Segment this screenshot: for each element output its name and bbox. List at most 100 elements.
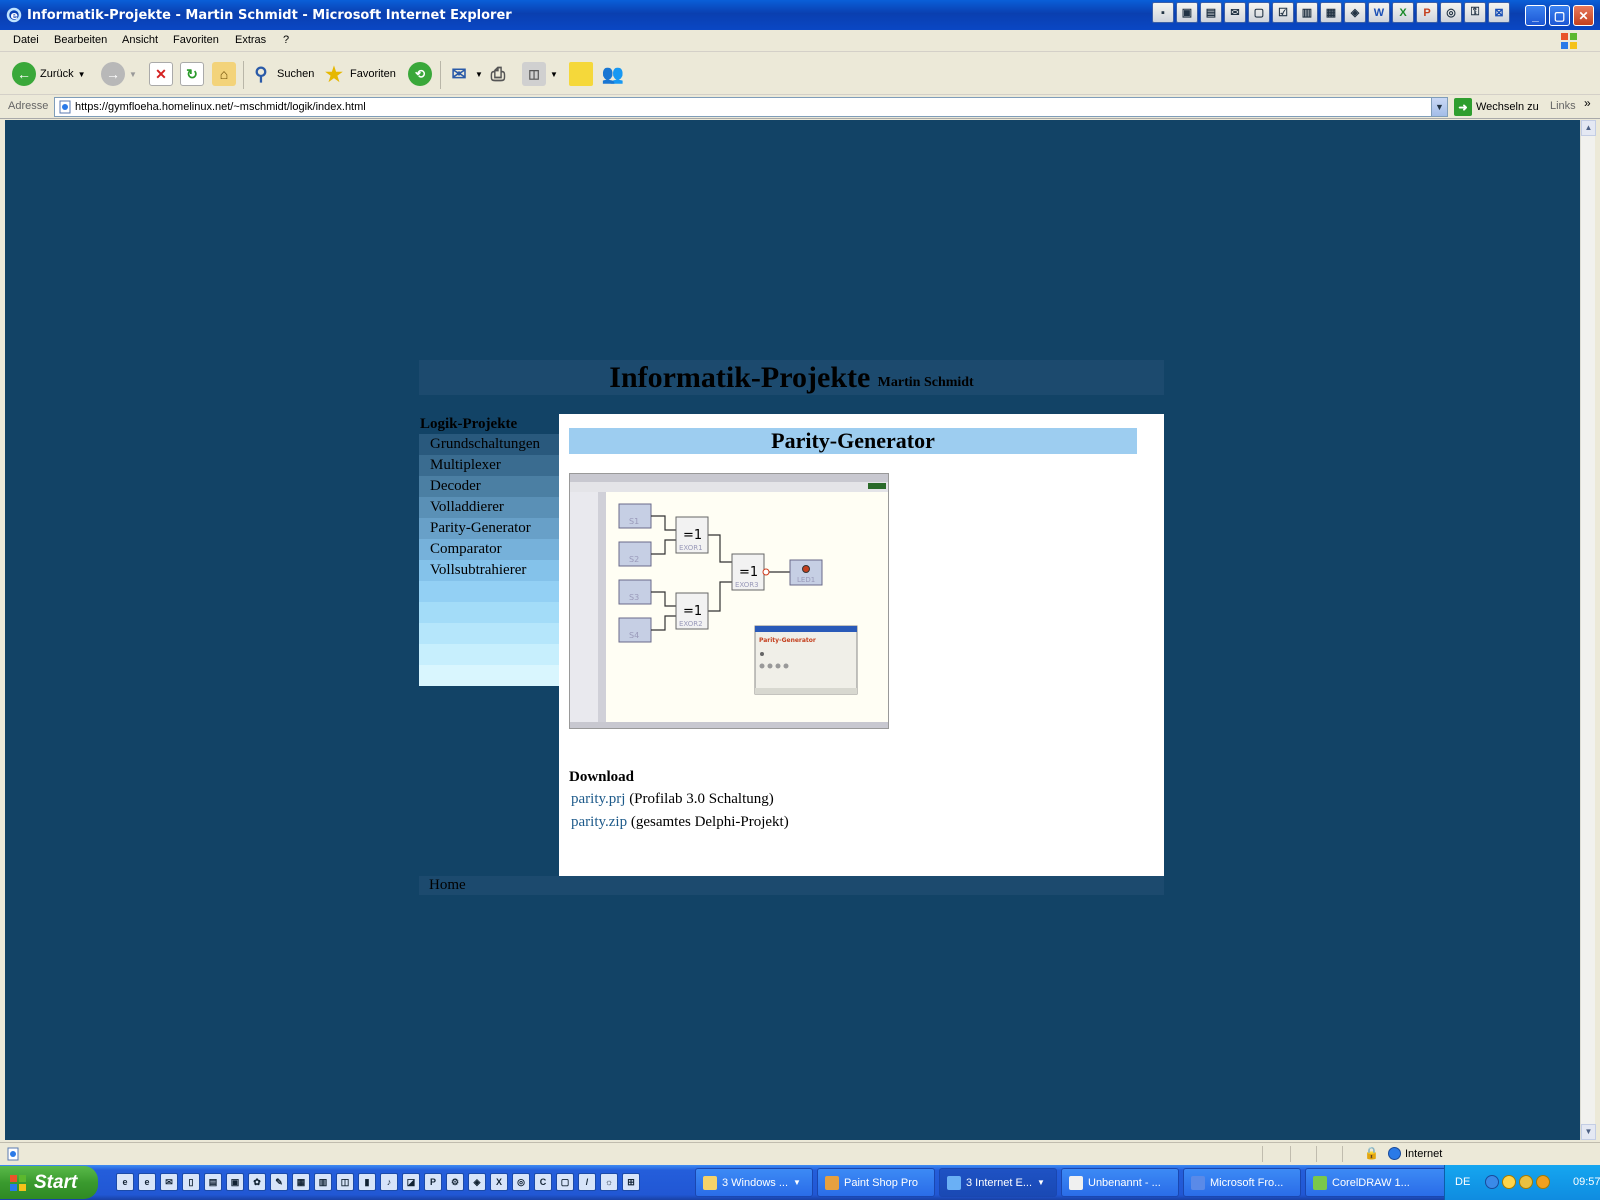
sidebar-item-multiplexer[interactable]: Multiplexer [419,455,559,476]
mail-icon[interactable]: ✉ [1224,2,1246,23]
quick-tray-icon[interactable]: ☑ [1272,2,1294,23]
quick-tray-icon[interactable]: ▣ [1176,2,1198,23]
mail-button[interactable]: ✉ ▼ [447,59,483,89]
close-button[interactable]: ✕ [1573,5,1594,26]
chevron-down-icon[interactable]: ▼ [129,70,137,79]
download-link-prj[interactable]: parity.prj [571,791,625,807]
edit-button[interactable]: ◫ ▼ [522,59,558,89]
menu-help[interactable]: ? [283,34,289,46]
links-label[interactable]: Links [1550,100,1576,112]
excel-icon[interactable]: X [1392,2,1414,23]
status-cell [1262,1146,1263,1162]
quick-launch-icon[interactable]: ☼ [600,1173,618,1191]
menu-file[interactable]: Datei [13,34,39,46]
quick-launch-icon[interactable]: ⊞ [622,1173,640,1191]
minimize-button[interactable]: _ [1525,5,1546,26]
vertical-scrollbar[interactable]: ▲ ▼ [1580,120,1596,1140]
home-link[interactable]: Home [429,877,466,894]
history-button[interactable]: ⟲ [408,59,432,89]
quick-launch-icon[interactable]: ▣ [226,1173,244,1191]
quick-launch-icon[interactable]: ◎ [512,1173,530,1191]
go-button[interactable]: ➜ Wechseln zu [1454,97,1539,117]
task-paint-shop-pro[interactable]: Paint Shop Pro [817,1168,935,1197]
quick-launch-icon[interactable]: ▮ [358,1173,376,1191]
quick-tray-icon[interactable]: ▥ [1296,2,1318,23]
quick-launch-icon[interactable]: ◪ [402,1173,420,1191]
quick-launch-icon[interactable]: ▥ [314,1173,332,1191]
quick-launch-icon[interactable]: e [138,1173,156,1191]
powerpoint-icon[interactable]: P [1416,2,1438,23]
title-bar[interactable]: e Informatik-Projekte - Martin Schmidt -… [0,0,1600,30]
quick-launch-icon[interactable]: ▢ [556,1173,574,1191]
chevron-right-icon[interactable]: » [1584,96,1591,110]
sidebar-item-comparator[interactable]: Comparator [419,539,559,560]
quick-launch-icon[interactable]: ♪ [380,1173,398,1191]
notes-button[interactable] [569,59,593,89]
quick-launch-icon[interactable]: ⚙ [446,1173,464,1191]
quick-launch-icon[interactable]: ✎ [270,1173,288,1191]
download-link-zip[interactable]: parity.zip [571,814,627,830]
refresh-button[interactable]: ↻ [180,59,204,89]
task-internet-explorer[interactable]: 3 Internet E... ▼ [939,1168,1057,1197]
quick-launch-icon[interactable]: C [534,1173,552,1191]
back-button[interactable]: ← Zurück ▼ [12,59,86,89]
menu-edit[interactable]: Bearbeiten [54,34,107,46]
quick-launch-icon[interactable]: ▦ [292,1173,310,1191]
quick-launch-icon[interactable]: ✿ [248,1173,266,1191]
scroll-up-icon[interactable]: ▲ [1581,120,1596,136]
start-button[interactable]: Start [0,1166,98,1199]
quick-tray-icon[interactable]: ▪ [1152,2,1174,23]
tray-icon[interactable] [1536,1175,1550,1189]
quick-launch-icon[interactable]: e [116,1173,134,1191]
search-button[interactable]: ⚲ Suchen [249,59,314,89]
quick-tray-icon[interactable]: ▢ [1248,2,1270,23]
sidebar-item-grundschaltungen[interactable]: Grundschaltungen [419,434,559,455]
task-unbenannt[interactable]: Unbenannt - ... [1061,1168,1179,1197]
chevron-down-icon[interactable]: ▼ [550,70,558,79]
quick-tray-icon[interactable]: ◎ [1440,2,1462,23]
frontpage-icon[interactable]: ⊠ [1488,2,1510,23]
word-icon[interactable]: W [1368,2,1390,23]
quick-tray-icon[interactable]: ◈ [1344,2,1366,23]
chevron-down-icon[interactable]: ▼ [78,70,86,79]
quick-launch-icon[interactable]: ✉ [160,1173,178,1191]
sidebar-item-parity-generator[interactable]: Parity-Generator [419,518,559,539]
sidebar-item-decoder[interactable]: Decoder [419,476,559,497]
menu-view[interactable]: Ansicht [122,34,158,46]
stop-button[interactable]: ✕ [149,59,173,89]
task-windows-explorer[interactable]: 3 Windows ... ▼ [695,1168,813,1197]
quick-launch-icon[interactable]: ◈ [468,1173,486,1191]
back-label: Zurück [40,68,74,80]
menu-tools[interactable]: Extras [235,34,266,46]
maximize-button[interactable]: ▢ [1549,5,1570,26]
chevron-down-icon[interactable]: ▼ [475,70,483,79]
quick-launch-icon[interactable]: ▤ [204,1173,222,1191]
quick-tray-icon[interactable]: ▦ [1320,2,1342,23]
quick-launch-icon[interactable]: P [424,1173,442,1191]
menu-favorites[interactable]: Favoriten [173,34,219,46]
quick-launch-icon[interactable]: / [578,1173,596,1191]
language-indicator[interactable]: DE [1455,1176,1470,1188]
scroll-down-icon[interactable]: ▼ [1581,1124,1596,1140]
tray-icon[interactable] [1502,1175,1516,1189]
task-microsoft-frontpage[interactable]: Microsoft Fro... [1183,1168,1301,1197]
forward-button[interactable]: → ▼ [101,59,137,89]
task-coreldraw[interactable]: CorelDRAW 1... [1305,1168,1453,1197]
favorites-button[interactable]: ★ Favoriten [322,59,396,89]
quick-tray-icon[interactable]: ⚿ [1464,2,1486,23]
sidebar-item-vollsubtrahierer[interactable]: Vollsubtrahierer [419,560,559,581]
quick-launch-icon[interactable]: ▯ [182,1173,200,1191]
chevron-down-icon[interactable]: ▼ [1431,98,1447,116]
messenger-button[interactable]: 👥 [601,59,625,89]
task-label: 3 Internet E... [966,1176,1033,1189]
home-button[interactable]: ⌂ [212,59,236,89]
quick-launch-icon[interactable]: X [490,1173,508,1191]
tray-icon[interactable] [1485,1175,1499,1189]
security-zone[interactable]: Internet [1388,1147,1442,1160]
quick-tray-icon[interactable]: ▤ [1200,2,1222,23]
tray-icon[interactable] [1519,1175,1533,1189]
address-input[interactable]: https://gymfloeha.homelinux.net/~mschmid… [54,97,1448,117]
print-button[interactable]: ⎙ [486,59,510,89]
sidebar-item-volladdierer[interactable]: Volladdierer [419,497,559,518]
quick-launch-icon[interactable]: ◫ [336,1173,354,1191]
